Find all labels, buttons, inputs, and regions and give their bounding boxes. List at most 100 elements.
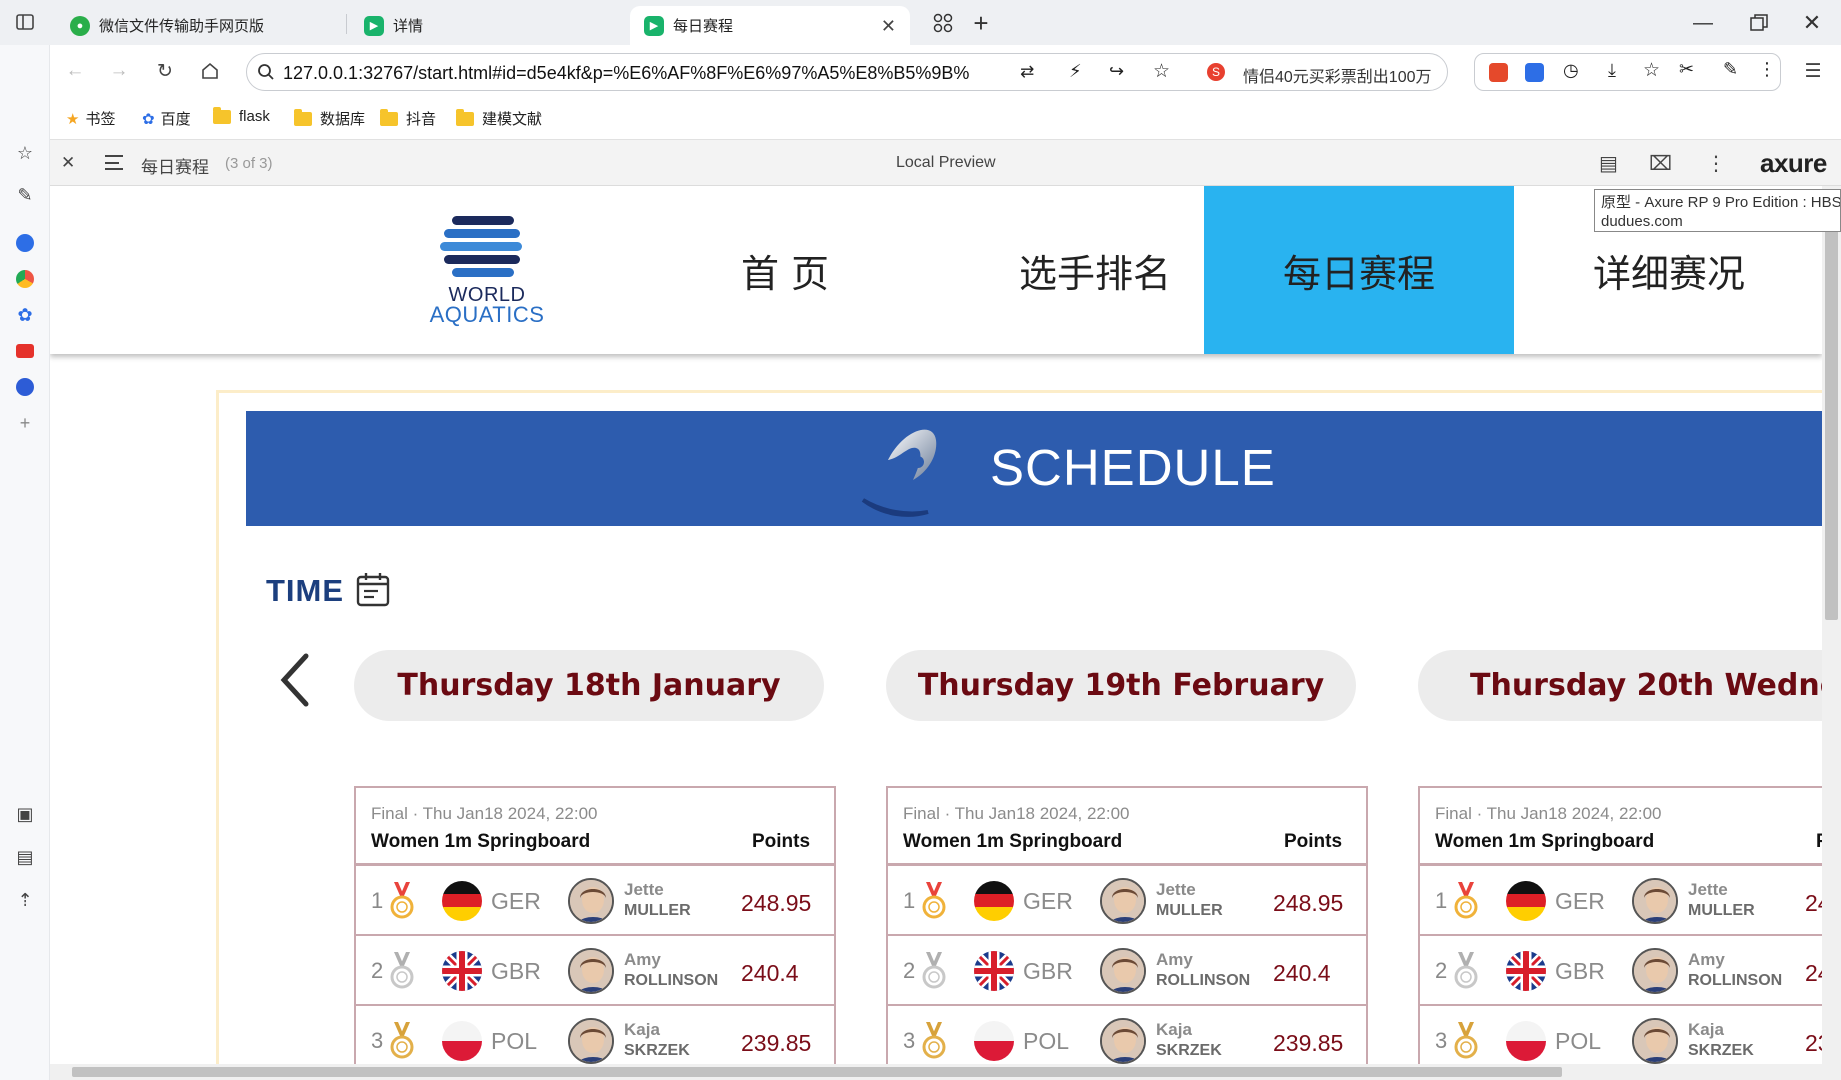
screenshot-icon[interactable]: ▣ <box>13 802 37 826</box>
more-icon[interactable]: ⋮ <box>1758 59 1776 80</box>
share-icon[interactable]: ↪ <box>1109 61 1124 82</box>
date-tab-3[interactable]: Thursday 20th Wednesday <box>1418 650 1822 721</box>
result-row[interactable]: 3 POL Kaja SKRZEK 239.85 <box>356 1006 834 1064</box>
tab-details[interactable]: ▶ 详情 <box>350 6 620 45</box>
world-aquatics-logo[interactable]: WORLD AQUATICS <box>410 214 560 334</box>
translate-icon[interactable]: ⇄ <box>1020 62 1034 82</box>
athlete-score: 239.85 <box>741 1030 812 1056</box>
notes-rail-icon[interactable]: ✎ <box>13 183 37 207</box>
download-icon[interactable]: ⤓ <box>1608 60 1616 81</box>
scissors-icon[interactable]: ✂ <box>1679 59 1694 80</box>
new-tab-icon[interactable]: + <box>966 8 996 38</box>
axure-logo: axure <box>1760 148 1827 178</box>
result-row[interactable]: 1 GER Jette MULLER 248.95 <box>356 866 834 936</box>
folder-icon <box>294 108 312 126</box>
flag-gbr-icon <box>1506 951 1546 991</box>
close-tab-icon[interactable]: ✕ <box>881 16 896 37</box>
pen-icon[interactable]: ✎ <box>1723 59 1738 80</box>
play-icon: ▶ <box>644 15 664 36</box>
flag-pol-icon <box>974 1021 1014 1061</box>
athlete-first-name: Kaja <box>1156 1020 1192 1039</box>
country-code: GBR <box>1023 958 1073 984</box>
bookmark-bookmarks[interactable]: ★ 书签 <box>66 108 115 129</box>
athlete-last-name: MULLER <box>1156 902 1223 919</box>
back-icon[interactable]: ← <box>61 57 89 85</box>
date-tab-1[interactable]: Thursday 18th January <box>354 650 824 721</box>
pdf-icon[interactable] <box>1489 63 1508 82</box>
date-tab-2[interactable]: Thursday 19th February <box>886 650 1356 721</box>
forward-icon[interactable]: → <box>105 57 133 85</box>
result-card[interactable]: Final · Thu Jan18 2024, 22:00 Women 1m Sp… <box>886 786 1368 1064</box>
result-row[interactable]: 1 GER Jette MULLER 248.95 <box>1420 866 1822 936</box>
favorites-icon[interactable]: ☆ <box>1643 59 1660 82</box>
sidebar-toggle-icon[interactable] <box>11 8 39 36</box>
event-title: Women 1m Springboard <box>1435 831 1655 852</box>
minimize-icon[interactable]: — <box>1688 8 1718 38</box>
restore-icon[interactable] <box>1744 8 1774 38</box>
nav-home[interactable]: 首 页 <box>630 186 940 354</box>
flag-ger-icon <box>442 881 482 921</box>
tab-daily-schedule[interactable]: ▶ 每日赛程 ✕ <box>630 6 910 45</box>
tab-wechat[interactable]: ● 微信文件传输助手网页版 <box>56 6 346 45</box>
history-icon[interactable]: ◷ <box>1563 60 1579 81</box>
rank-number: 2 <box>903 958 916 983</box>
bronze-medal-icon <box>1454 1022 1478 1059</box>
video-app-icon[interactable] <box>13 339 37 363</box>
inspect-icon[interactable]: ⌧ <box>1649 151 1672 176</box>
logo-text-aquatics: AQUATICS <box>429 302 545 327</box>
scrollbar-thumb[interactable] <box>72 1067 1562 1077</box>
news-ticker[interactable]: 情侣40元买彩票刮出100万 <box>1243 63 1433 87</box>
nav-daily-schedule[interactable]: 每日赛程 <box>1204 186 1514 354</box>
flag-pol-icon <box>442 1021 482 1061</box>
bronze-medal-icon <box>390 1022 414 1059</box>
previous-date-arrow-icon[interactable] <box>276 652 316 708</box>
clock-app-icon[interactable] <box>13 375 37 399</box>
time-section-title: TIME <box>266 571 390 609</box>
bookmark-douyin[interactable]: 抖音 <box>380 108 436 129</box>
more-icon[interactable]: ⋮ <box>1706 151 1726 176</box>
athlete-last-name: SKRZEK <box>624 1042 690 1059</box>
close-window-icon[interactable]: ✕ <box>1797 8 1827 38</box>
star-icon: ★ <box>66 110 80 128</box>
athlete-last-name: MULLER <box>624 902 691 919</box>
lightning-icon[interactable]: ⚡ <box>1069 61 1082 82</box>
reload-icon[interactable]: ↻ <box>151 57 179 85</box>
result-row[interactable]: 2 GBR Amy ROLLINSON 240.4 <box>888 936 1366 1006</box>
silver-medal-icon <box>390 952 414 989</box>
notes-icon[interactable]: ▤ <box>1599 151 1618 176</box>
gold-medal-icon <box>922 882 946 919</box>
vertical-scrollbar[interactable] <box>1822 186 1841 1064</box>
horizontal-scrollbar[interactable] <box>50 1064 1841 1080</box>
result-row[interactable]: 3 POL Kaja SKRZEK 239.85 <box>1420 1006 1822 1064</box>
translate-extension-icon[interactable] <box>1525 63 1544 82</box>
silver-medal-icon <box>922 952 946 989</box>
tab-grid-icon[interactable] <box>928 8 958 38</box>
pin-icon[interactable]: ⇡ <box>13 888 37 912</box>
result-row[interactable]: 3 POL Kaja SKRZEK 239.85 <box>888 1006 1366 1064</box>
result-row[interactable]: 1 GER Jette MULLER 248.95 <box>888 866 1366 936</box>
bookmark-baidu[interactable]: ✿ 百度 <box>142 108 191 129</box>
search-app-icon[interactable] <box>13 231 37 255</box>
result-card[interactable]: Final · Thu Jan18 2024, 22:00 Women 1m Sp… <box>354 786 836 1064</box>
baidu-paw-icon[interactable]: ✿ <box>13 303 37 327</box>
result-row[interactable]: 2 GBR Amy ROLLINSON 240.4 <box>1420 936 1822 1006</box>
home-icon[interactable] <box>196 57 224 85</box>
star-icon[interactable]: ☆ <box>1153 60 1170 83</box>
bookmark-database[interactable]: 数据库 <box>294 108 365 129</box>
add-app-icon[interactable]: + <box>13 411 37 435</box>
chrome-app-icon[interactable] <box>13 267 37 291</box>
address-bar[interactable]: 127.0.0.1:32767/start.html#id=d5e4kf&p=%… <box>246 53 1448 91</box>
bookmark-modeling-papers[interactable]: 建模文献 <box>456 108 542 129</box>
sogou-search-icon[interactable]: S <box>1207 63 1225 81</box>
points-header: Points <box>752 831 811 852</box>
menu-icon[interactable] <box>105 155 123 170</box>
close-panel-icon[interactable]: ✕ <box>61 153 75 173</box>
scrollbar-thumb[interactable] <box>1825 230 1838 620</box>
menu-icon[interactable]: ☰ <box>1799 57 1827 85</box>
result-card[interactable]: Final · Thu Jan18 2024, 22:00 Women 1m Sp… <box>1418 786 1822 1064</box>
browser-tab-bar: ● 微信文件传输助手网页版 ▶ 详情 ▶ 每日赛程 ✕ + — ✕ <box>0 0 1841 45</box>
wallet-icon[interactable]: ▤ <box>13 845 37 869</box>
result-row[interactable]: 2 GBR Amy ROLLINSON 240.4 <box>356 936 834 1006</box>
favorites-rail-icon[interactable]: ☆ <box>13 141 37 165</box>
bookmark-flask[interactable]: flask <box>213 106 270 125</box>
